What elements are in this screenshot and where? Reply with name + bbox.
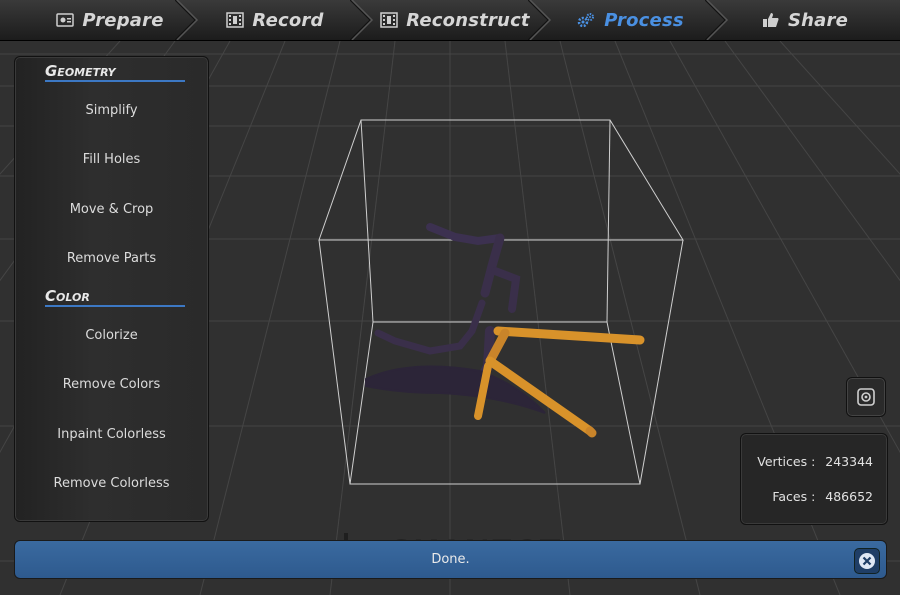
tab-process-label: Process xyxy=(604,9,684,31)
prepare-icon xyxy=(56,12,75,28)
mesh-stats-panel: Vertices : 243344 Faces : 486652 xyxy=(740,433,888,525)
tab-separator xyxy=(528,0,552,40)
tool-fill-holes[interactable]: Fill Holes xyxy=(15,152,208,167)
workflow-tab-bar: Prepare Record Reconstruct Process Share xyxy=(0,0,900,41)
camera-icon xyxy=(857,388,875,406)
tool-remove-colorless[interactable]: Remove Colorless xyxy=(15,476,208,491)
status-bar: Done. xyxy=(14,540,887,579)
section-title-geometry: Geometry xyxy=(45,62,116,80)
tab-reconstruct[interactable]: Reconstruct xyxy=(375,0,535,40)
tab-record[interactable]: Record xyxy=(200,0,350,40)
close-icon xyxy=(859,553,875,569)
vertices-label: Vertices : xyxy=(757,454,816,469)
tool-remove-colors[interactable]: Remove Colors xyxy=(15,377,208,392)
section-underline xyxy=(45,80,185,82)
vertices-stat: Vertices : 243344 xyxy=(741,454,887,469)
film-icon xyxy=(226,12,245,28)
dismiss-status-button[interactable] xyxy=(854,548,880,574)
tab-share-label: Share xyxy=(787,9,848,31)
tab-separator xyxy=(705,0,729,40)
tab-prepare[interactable]: Prepare xyxy=(40,0,180,40)
status-message: Done. xyxy=(431,552,470,567)
tab-record-label: Record xyxy=(252,9,324,31)
tab-share[interactable]: Share xyxy=(740,0,870,40)
tool-simplify[interactable]: Simplify xyxy=(15,103,208,118)
section-title-color: Color xyxy=(45,287,90,305)
tab-process[interactable]: Process xyxy=(560,0,700,40)
faces-value: 486652 xyxy=(825,489,873,504)
faces-label: Faces : xyxy=(772,489,816,504)
process-tools-panel: Geometry Simplify Fill Holes Move & Crop… xyxy=(14,56,209,522)
section-underline xyxy=(45,305,185,307)
tool-move-crop[interactable]: Move & Crop xyxy=(15,202,208,217)
reset-view-button[interactable] xyxy=(846,377,886,417)
tab-reconstruct-label: Reconstruct xyxy=(406,9,530,31)
tool-inpaint-colorless[interactable]: Inpaint Colorless xyxy=(15,427,208,442)
thumbs-up-icon xyxy=(762,12,780,28)
film-icon xyxy=(380,12,398,28)
tab-prepare-label: Prepare xyxy=(82,9,164,31)
tool-colorize[interactable]: Colorize xyxy=(15,328,208,343)
vertices-value: 243344 xyxy=(825,454,873,469)
faces-stat: Faces : 486652 xyxy=(741,489,887,504)
gears-icon xyxy=(576,12,596,28)
tool-remove-parts[interactable]: Remove Parts xyxy=(15,251,208,266)
